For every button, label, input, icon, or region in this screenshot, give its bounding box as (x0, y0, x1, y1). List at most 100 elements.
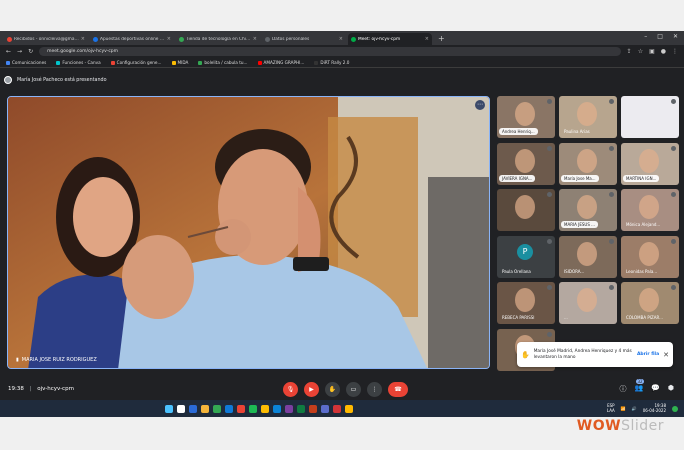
toast-text: María José Madrid, Andrea Henriquez y 4 … (533, 348, 632, 360)
bookmark[interactable]: bolelita / cabula tu... (198, 60, 248, 65)
camera-toggle-button[interactable]: ▶ (304, 381, 319, 397)
more-options-button[interactable]: ⋯ (475, 100, 485, 110)
video-thumbnail (639, 242, 659, 266)
more-options-button[interactable]: ⋮ (367, 381, 382, 397)
bookmark[interactable]: Comunicaciones (6, 60, 46, 65)
system-tray: ESP LAA 📶 🔊 19:38 06-04-2022 (607, 403, 678, 413)
chat-icon[interactable]: 💬 (651, 384, 660, 394)
participant-name: Paula Orellana (502, 269, 531, 274)
participant-tile[interactable]: Andrea Henriq... (497, 96, 555, 138)
task-view-icon[interactable] (189, 404, 197, 413)
spotify-icon[interactable] (249, 404, 257, 413)
menu-icon[interactable]: ⋮ (672, 48, 678, 55)
bookmark[interactable]: Funciones - Canva (56, 60, 101, 65)
browser-tab[interactable]: Tienda de tecnología en Chile | × (176, 33, 260, 45)
bookmark[interactable]: AMAZING GRAPHI... (257, 60, 304, 65)
participant-tile[interactable]: JAVIERA IGNA... (497, 143, 555, 185)
forward-icon[interactable]: → (17, 48, 22, 55)
excel-icon[interactable] (297, 404, 305, 413)
participant-tile[interactable] (497, 189, 555, 231)
close-tab-icon[interactable]: × (81, 36, 85, 42)
bookmark[interactable]: MIDA (171, 60, 188, 65)
extensions-icon[interactable]: ▣ (649, 48, 655, 55)
video-thumbnail (515, 195, 535, 219)
teams-icon[interactable] (321, 404, 329, 413)
bookmark[interactable]: Configuración gene... (110, 60, 162, 65)
close-window-icon[interactable]: ✕ (673, 33, 678, 40)
participant-tile[interactable]: ISIDORA... (559, 236, 617, 278)
close-tab-icon[interactable]: × (339, 36, 343, 42)
browser-tab[interactable]: Datos personales × (262, 33, 346, 45)
new-tab-button[interactable]: + (438, 33, 445, 45)
media-icon[interactable] (333, 404, 341, 413)
participant-tile[interactable]: COLOMBA PIZAR... (621, 282, 679, 324)
language-indicator[interactable]: ESP LAA (607, 403, 615, 413)
url-field[interactable]: meet.google.com/ojv-hcyv-cpm (39, 47, 621, 56)
mic-off-icon (547, 239, 552, 244)
close-tab-icon[interactable]: × (167, 36, 171, 42)
address-bar: ← → ↻ meet.google.com/ojv-hcyv-cpm ⇪ ☆ ▣… (0, 45, 684, 58)
mic-toggle-button[interactable]: 🎙 (283, 381, 298, 397)
taskbar-clock[interactable]: 19:38 06-04-2022 (643, 403, 666, 413)
search-icon[interactable] (177, 404, 185, 413)
sticky-notes-icon[interactable] (345, 404, 353, 413)
maximize-icon[interactable]: □ (657, 33, 663, 40)
close-tab-icon[interactable]: × (425, 36, 429, 42)
file-explorer-icon[interactable] (201, 404, 209, 413)
close-icon[interactable]: ✕ (663, 351, 669, 359)
participant-tile[interactable]: María Jose Ma... (559, 143, 617, 185)
present-button[interactable]: ▭ (346, 381, 361, 397)
activities-icon[interactable]: ⬢ (668, 384, 674, 394)
chrome-icon[interactable] (237, 404, 245, 413)
bookmark[interactable]: DiRT Rally 2.0 (314, 60, 349, 65)
powerpoint-icon[interactable] (309, 404, 317, 413)
browser-tab[interactable]: Recibidos - onnicleiva@gmail.com× (4, 33, 88, 45)
site-icon (265, 36, 270, 42)
notification-icon[interactable] (672, 405, 678, 412)
photos-icon[interactable] (261, 404, 269, 413)
minimize-icon[interactable]: – (644, 33, 647, 40)
participant-count-badge: 32 (636, 379, 644, 384)
info-icon[interactable]: ⓘ (619, 384, 626, 394)
participant-tile[interactable]: MARTINA IGN... (621, 143, 679, 185)
reload-icon[interactable]: ↻ (28, 48, 33, 55)
meeting-code: ojv-hcyv-cpm (37, 386, 74, 392)
bookmark-icon (6, 60, 10, 65)
share-icon[interactable]: ⇪ (627, 48, 632, 55)
video-thumbnail (577, 149, 597, 173)
people-icon[interactable]: 👥 32 (634, 379, 644, 394)
browser-tab-active[interactable]: Meet: ojv-hcyv-cpm × (348, 33, 432, 45)
main-video[interactable]: ⋯ ▮ MARIA JOSE RUIZ RODRIGUEZ (7, 96, 490, 369)
word-icon[interactable] (273, 404, 281, 413)
participant-tile[interactable]: Mónica Alejand... (621, 189, 679, 231)
video-thumbnail (515, 149, 535, 173)
participant-tile[interactable]: Paulina Arias (559, 96, 617, 138)
participant-tile[interactable]: MARIA JESUS ... (559, 189, 617, 231)
open-queue-button[interactable]: Abrir fila (637, 352, 659, 357)
start-icon[interactable] (165, 404, 173, 413)
participant-tile[interactable]: ... (559, 282, 617, 324)
participant-tile[interactable]: REBECA PARISSI (497, 282, 555, 324)
side-controls: ⓘ 👥 32 💬 ⬢ (619, 379, 674, 394)
leave-call-button[interactable]: ☎ (388, 381, 408, 397)
participant-tile[interactable]: P Paula Orellana (497, 236, 555, 278)
star-icon[interactable]: ☆ (638, 48, 643, 55)
profile-avatar[interactable]: ● (661, 48, 666, 55)
mic-off-icon (547, 99, 552, 104)
participant-tile[interactable]: Leonidas Pala... (621, 236, 679, 278)
wifi-icon[interactable]: 📶 (621, 406, 626, 411)
onenote-icon[interactable] (285, 404, 293, 413)
volume-icon[interactable]: 🔊 (632, 406, 637, 411)
browser-tab[interactable]: Apuestas deportivas online en Chile× (90, 33, 174, 45)
mic-off-icon (671, 146, 676, 151)
video-thumbnail (577, 195, 597, 219)
raise-hand-button[interactable]: ✋ (325, 381, 340, 397)
mic-off-icon (671, 239, 676, 244)
edge-icon[interactable] (225, 404, 233, 413)
close-tab-icon[interactable]: × (253, 36, 257, 42)
back-icon[interactable]: ← (6, 48, 11, 55)
whatsapp-icon[interactable] (213, 404, 221, 413)
mic-off-icon (609, 192, 614, 197)
video-thumbnail (515, 288, 535, 312)
participant-tile[interactable] (621, 96, 679, 138)
